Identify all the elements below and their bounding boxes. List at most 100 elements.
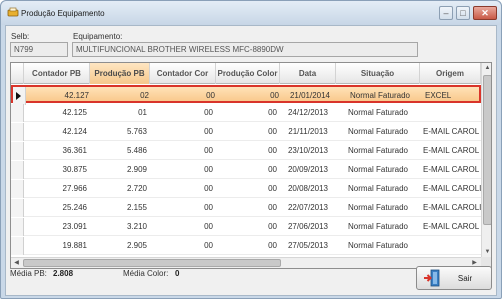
cell-origem[interactable]: E-MAIL CAROL (420, 161, 481, 179)
table-row[interactable]: 25.246 2.155 00 00 22/07/2013 Normal Faturado… (11, 199, 481, 217)
column-producao-pb[interactable]: Produção PB (90, 63, 150, 84)
vertical-scrollbar[interactable]: ▲ ▼ (481, 63, 491, 257)
cell-producao-color[interactable]: 00 (216, 161, 280, 179)
production-grid[interactable]: Contador PB Produção PB Contador Cor Pro… (10, 62, 492, 269)
cell-origem[interactable]: E-MAIL CAROLI... (420, 180, 481, 198)
row-header[interactable] (11, 237, 24, 255)
scroll-up-icon[interactable]: ▲ (482, 63, 491, 73)
horizontal-scrollbar[interactable]: ◀ ▶ (11, 257, 481, 268)
cell-contador-pb[interactable]: 25.246 (24, 199, 90, 217)
cell-producao-pb[interactable]: 02 (92, 87, 152, 105)
cell-situacao[interactable]: Normal Faturado (336, 218, 420, 236)
cell-origem[interactable]: E-MAIL CAROL (420, 123, 481, 141)
cell-origem[interactable]: E-MAIL CAROLI... (420, 199, 481, 217)
cell-origem[interactable]: EXCEL (422, 87, 483, 105)
column-contador-cor[interactable]: Contador Cor (150, 63, 216, 84)
cell-contador-cor[interactable]: 00 (150, 142, 216, 160)
table-row[interactable]: 42.127 02 00 00 21/01/2014 Normal Faturado EXC… (11, 85, 483, 105)
cell-contador-cor[interactable]: 00 (150, 199, 216, 217)
cell-situacao[interactable]: Normal Faturado (336, 180, 420, 198)
column-producao-color[interactable]: Produção Color (216, 63, 280, 84)
table-row[interactable]: 42.124 5.763 00 00 21/11/2013 Normal Faturado… (11, 123, 481, 141)
cell-contador-pb[interactable]: 36.361 (24, 142, 90, 160)
cell-data[interactable]: 20/09/2013 (280, 161, 336, 179)
cell-producao-color[interactable]: 00 (216, 218, 280, 236)
cell-data[interactable]: 27/05/2013 (280, 237, 336, 255)
cell-origem[interactable] (420, 237, 481, 255)
row-header[interactable] (11, 142, 24, 160)
row-header[interactable] (11, 199, 24, 217)
cell-producao-pb[interactable]: 2.155 (90, 199, 150, 217)
cell-origem[interactable]: E-MAIL CAROL (420, 218, 481, 236)
row-header[interactable] (11, 161, 24, 179)
cell-contador-pb[interactable]: 19.881 (24, 237, 90, 255)
cell-producao-pb[interactable]: 01 (90, 104, 150, 122)
cell-contador-cor[interactable]: 00 (150, 237, 216, 255)
table-row[interactable]: 27.966 2.720 00 00 20/08/2013 Normal Faturado… (11, 180, 481, 198)
cell-contador-cor[interactable]: 00 (150, 161, 216, 179)
close-button[interactable]: ✕ (473, 6, 497, 20)
row-header[interactable] (13, 87, 26, 105)
cell-producao-pb[interactable]: 3.210 (90, 218, 150, 236)
cell-producao-color[interactable]: 00 (218, 87, 282, 105)
table-row[interactable]: 36.361 5.486 00 00 23/10/2013 Normal Faturado… (11, 142, 481, 160)
row-header[interactable] (11, 180, 24, 198)
selb-field[interactable]: N799 (10, 42, 68, 57)
cell-data[interactable]: 24/12/2013 (280, 104, 336, 122)
sair-button[interactable]: Sair (416, 266, 492, 290)
cell-situacao[interactable]: Normal Faturado (338, 87, 422, 105)
table-row[interactable]: 19.881 2.905 00 00 27/05/2013 Normal Faturado (11, 237, 481, 255)
cell-data[interactable]: 23/10/2013 (280, 142, 336, 160)
row-header[interactable] (11, 123, 24, 141)
minimize-button[interactable]: – (439, 6, 453, 20)
cell-situacao[interactable]: Normal Faturado (336, 142, 420, 160)
cell-producao-color[interactable]: 00 (216, 123, 280, 141)
column-origem[interactable]: Origem (420, 63, 481, 84)
cell-contador-pb[interactable]: 23.091 (24, 218, 90, 236)
cell-data[interactable]: 20/08/2013 (280, 180, 336, 198)
cell-situacao[interactable]: Normal Faturado (336, 199, 420, 217)
cell-data[interactable]: 21/01/2014 (282, 87, 338, 105)
vertical-scroll-thumb[interactable] (483, 75, 491, 225)
cell-contador-cor[interactable]: 00 (150, 104, 216, 122)
scroll-down-icon[interactable]: ▼ (482, 247, 491, 257)
row-header[interactable] (11, 218, 24, 236)
cell-data[interactable]: 27/06/2013 (280, 218, 336, 236)
cell-contador-pb[interactable]: 42.125 (24, 104, 90, 122)
cell-contador-pb[interactable]: 42.127 (26, 87, 92, 105)
cell-producao-pb[interactable]: 2.720 (90, 180, 150, 198)
column-data[interactable]: Data (280, 63, 336, 84)
horizontal-scroll-thumb[interactable] (23, 259, 281, 267)
table-row[interactable]: 30.875 2.909 00 00 20/09/2013 Normal Faturado… (11, 161, 481, 179)
cell-producao-color[interactable]: 00 (216, 104, 280, 122)
maximize-button[interactable]: □ (456, 6, 470, 20)
scroll-left-icon[interactable]: ◀ (11, 258, 22, 268)
cell-data[interactable]: 21/11/2013 (280, 123, 336, 141)
cell-contador-pb[interactable]: 42.124 (24, 123, 90, 141)
cell-situacao[interactable]: Normal Faturado (336, 237, 420, 255)
row-header[interactable] (11, 104, 24, 122)
cell-data[interactable]: 22/07/2013 (280, 199, 336, 217)
cell-producao-pb[interactable]: 5.486 (90, 142, 150, 160)
cell-producao-pb[interactable]: 5.763 (90, 123, 150, 141)
cell-origem[interactable] (420, 104, 481, 122)
cell-contador-cor[interactable]: 00 (152, 87, 218, 105)
cell-producao-color[interactable]: 00 (216, 237, 280, 255)
cell-contador-cor[interactable]: 00 (150, 218, 216, 236)
cell-producao-color[interactable]: 00 (216, 199, 280, 217)
column-situacao[interactable]: Situação (336, 63, 420, 84)
cell-origem[interactable]: E-MAIL CAROL (420, 142, 481, 160)
title-bar[interactable]: Produção Equipamento – □ ✕ (1, 1, 501, 25)
table-row[interactable]: 42.125 01 00 00 24/12/2013 Normal Faturado (11, 104, 481, 122)
cell-contador-pb[interactable]: 27.966 (24, 180, 90, 198)
cell-producao-pb[interactable]: 2.905 (90, 237, 150, 255)
table-row[interactable]: 23.091 3.210 00 00 27/06/2013 Normal Faturado… (11, 218, 481, 236)
cell-producao-pb[interactable]: 2.909 (90, 161, 150, 179)
equipamento-field[interactable]: MULTIFUNCIONAL BROTHER WIRELESS MFC-8890… (72, 42, 418, 57)
cell-producao-color[interactable]: 00 (216, 180, 280, 198)
cell-situacao[interactable]: Normal Faturado (336, 123, 420, 141)
cell-contador-pb[interactable]: 30.875 (24, 161, 90, 179)
cell-situacao[interactable]: Normal Faturado (336, 104, 420, 122)
cell-contador-cor[interactable]: 00 (150, 123, 216, 141)
cell-situacao[interactable]: Normal Faturado (336, 161, 420, 179)
